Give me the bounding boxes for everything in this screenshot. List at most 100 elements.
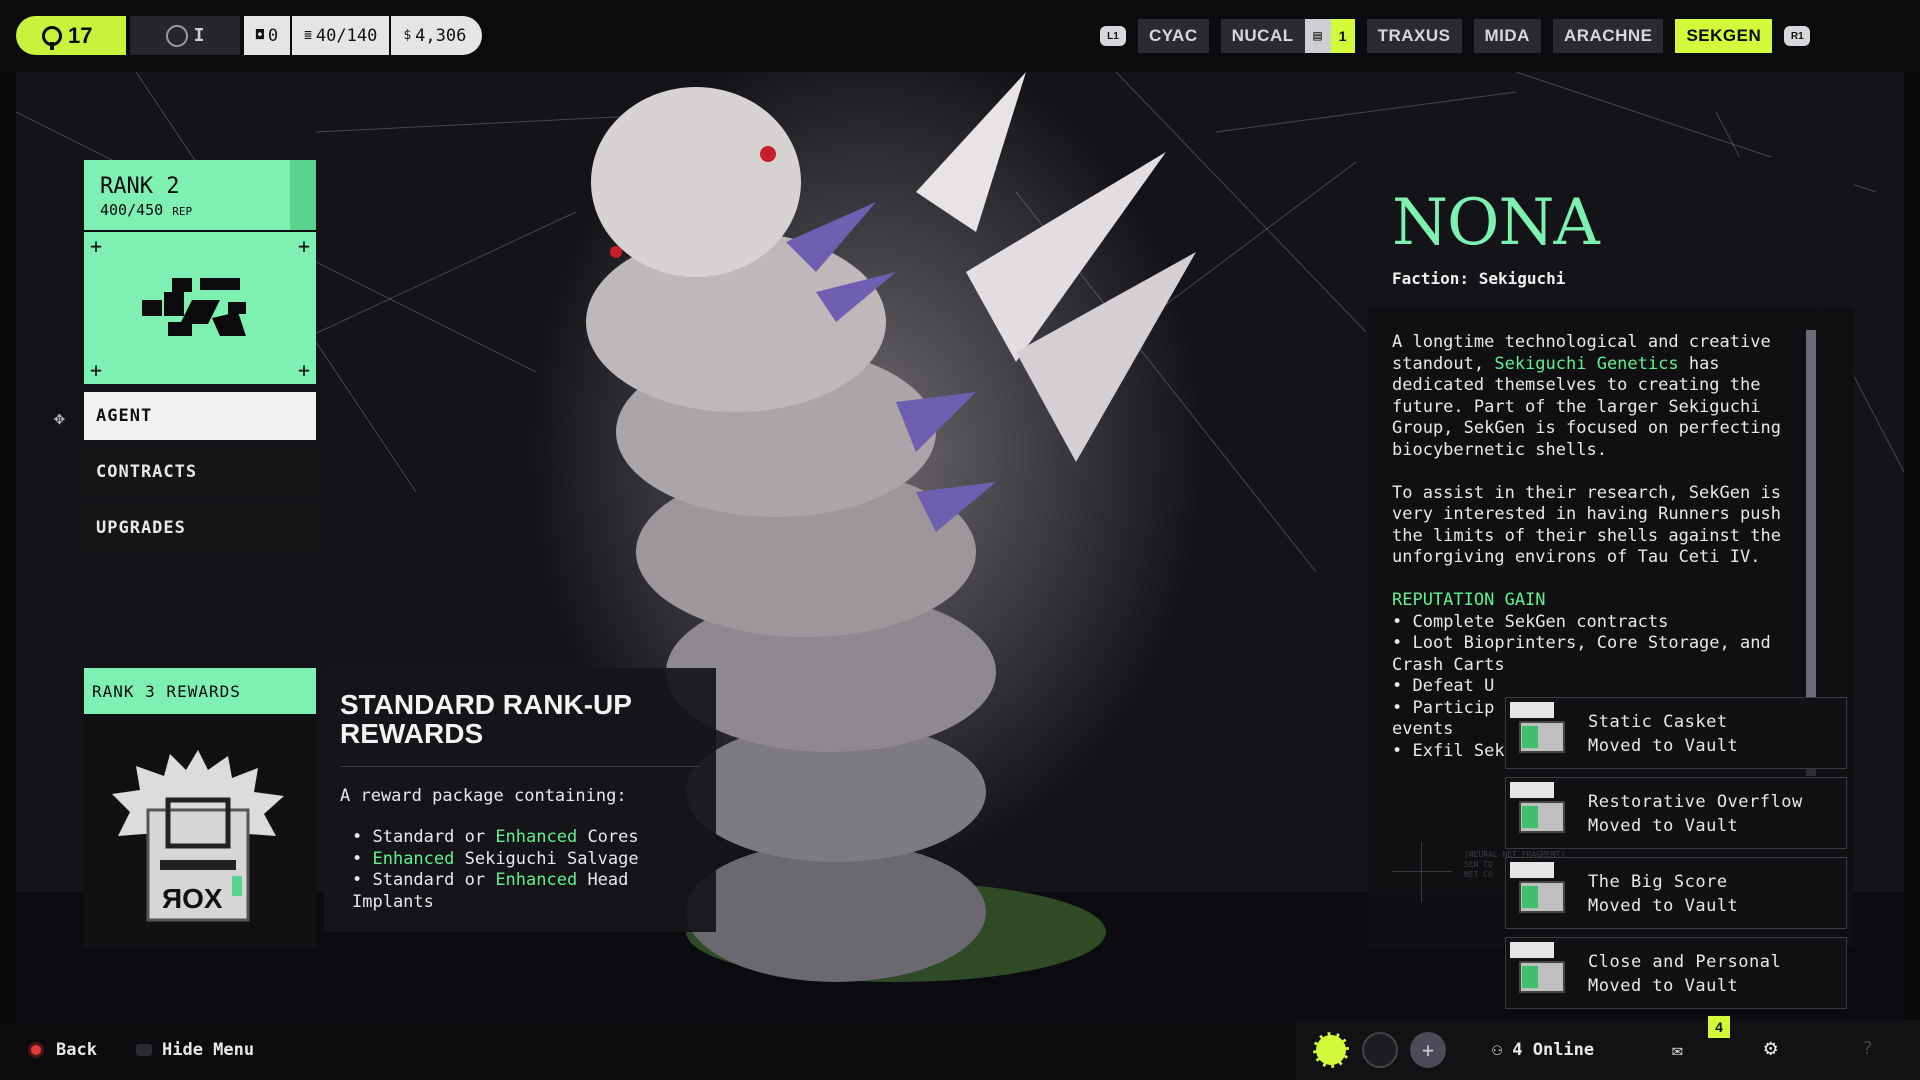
standard-rewards-intro: A reward package containing:	[340, 786, 627, 806]
player-level-badge[interactable]: 17	[16, 16, 126, 55]
corner-plus-icon: +	[297, 234, 310, 258]
circle-button-icon	[28, 1042, 44, 1058]
list-item: • Standard or Enhanced Cores	[352, 827, 639, 847]
player-level-value: 17	[68, 22, 93, 48]
tier-indicator[interactable]: I	[130, 16, 240, 55]
item-crate-icon	[1510, 782, 1570, 846]
stash-counter[interactable]: ≣ 40/140	[292, 16, 392, 55]
scrollbar-thumb[interactable]	[1806, 330, 1816, 698]
agent-name: NONA	[1392, 186, 1600, 260]
notification-text: Close and Personal Moved to Vault	[1588, 950, 1781, 998]
tab-cyac[interactable]: CYAC	[1138, 19, 1209, 53]
notification-status: Moved to Vault	[1588, 816, 1739, 836]
sekgen-logo-icon	[142, 278, 246, 336]
menu-item-upgrades[interactable]: UPGRADES	[84, 504, 316, 552]
notification-title: Static Casket	[1588, 712, 1728, 732]
l1-bumper-icon: L1	[1100, 26, 1126, 46]
item-crate-icon	[1510, 862, 1570, 926]
stash-count: 40/140	[315, 25, 378, 46]
vault-notification[interactable]: Static Casket Moved to Vault	[1505, 697, 1847, 769]
tab-traxus[interactable]: TRAXUS	[1366, 19, 1462, 53]
description-paragraph: To assist in their research, SekGen is v…	[1392, 482, 1781, 568]
standard-rewards-panel: STANDARD RANK-UP REWARDS A reward packag…	[324, 668, 716, 932]
notification-text: Static Casket Moved to Vault	[1588, 710, 1738, 758]
party-member-avatar[interactable]	[1362, 1032, 1398, 1068]
mail-count-badge: 4	[1708, 1016, 1730, 1038]
notification-status: Moved to Vault	[1588, 976, 1739, 996]
vault-notification[interactable]: The Big Score Moved to Vault	[1505, 857, 1847, 929]
nucal-notification[interactable]: ▤ 1	[1304, 19, 1355, 53]
nucal-badge-count: 1	[1330, 19, 1355, 53]
notification-title: Restorative Overflow	[1588, 792, 1803, 812]
rank-progress-stripe	[290, 160, 316, 230]
agent-header: NONA Faction: Sekiguchi	[1368, 157, 1854, 307]
touchpad-icon	[136, 1044, 152, 1056]
hide-menu-label: Hide Menu	[162, 1040, 255, 1060]
notification-text: The Big Score Moved to Vault	[1588, 870, 1738, 918]
standard-rewards-title: STANDARD RANK-UP REWARDS	[340, 689, 632, 749]
menu-item-contracts[interactable]: CONTRACTS	[84, 448, 316, 496]
online-count: 4 Online	[1512, 1040, 1595, 1060]
reputation-gain-heading: REPUTATION GAIN	[1392, 590, 1546, 610]
notification-status: Moved to Vault	[1588, 896, 1739, 916]
rep-list-item: • Defeat U	[1392, 676, 1495, 696]
r1-bumper-icon: R1	[1784, 26, 1811, 46]
tab-nucal[interactable]: NUCAL	[1220, 19, 1305, 53]
corner-plus-icon: +	[297, 358, 310, 382]
rank-rewards-card[interactable]: RANK 3 REWARDS ЯΟХ	[84, 668, 316, 948]
item-crate-icon	[1510, 942, 1570, 1006]
tab-sekgen[interactable]: SEKGEN	[1675, 19, 1773, 53]
back-label: Back	[56, 1040, 97, 1060]
divider	[340, 766, 700, 767]
menu-item-agent[interactable]: AGENT	[84, 392, 316, 440]
list-item: • Standard or Enhanced Head Implants	[352, 870, 629, 912]
credits-counter[interactable]: $ 4,306	[391, 16, 483, 55]
help-icon[interactable]: ?	[1862, 1038, 1873, 1059]
tier-label: I	[193, 25, 205, 46]
description-paragraph: A longtime technological and creative st…	[1392, 332, 1781, 460]
rank-reputation: 400/450 REP	[100, 201, 300, 219]
notification-title: The Big Score	[1588, 872, 1728, 892]
mail-icon[interactable]: ✉	[1672, 1040, 1683, 1061]
resource-counters: ◘ 0 ≣ 40/140 $ 4,306	[244, 16, 483, 55]
rank-rewards-header: RANK 3 REWARDS	[84, 668, 316, 714]
vault-notification[interactable]: Close and Personal Moved to Vault	[1505, 937, 1847, 1009]
notification-status: Moved to Vault	[1588, 736, 1739, 756]
crate-icon: ◘	[256, 28, 264, 43]
crate-counter[interactable]: ◘ 0	[244, 16, 293, 55]
friends-icon: ⚇	[1492, 1040, 1503, 1060]
rank-header: RANK 2 400/450 REP	[84, 160, 316, 232]
svg-text:ЯΟХ: ЯΟХ	[162, 883, 223, 914]
faction-logo-area: + + + +	[84, 232, 316, 384]
agent-faction: Faction: Sekiguchi	[1392, 269, 1566, 288]
reward-crate-icon: ЯΟХ	[112, 750, 284, 922]
player-level-icon	[42, 25, 62, 50]
corner-plus-icon: +	[90, 358, 103, 382]
rank-rep-value: 400/450	[100, 201, 164, 219]
tab-mida[interactable]: MIDA	[1473, 19, 1541, 53]
gear-icon[interactable]: ⚙	[1764, 1036, 1777, 1061]
nucal-document-icon: ▤	[1304, 19, 1331, 53]
item-crate-icon	[1510, 702, 1570, 766]
tab-arachne[interactable]: ARACHNE	[1552, 19, 1664, 53]
hide-menu-button[interactable]: Hide Menu	[136, 1040, 254, 1060]
dpad-icon: ✥	[54, 408, 65, 429]
add-party-member-icon[interactable]: +	[1410, 1032, 1446, 1068]
notification-text: Restorative Overflow Moved to Vault	[1588, 790, 1803, 838]
stack-icon: ≣	[304, 28, 312, 43]
faction-tabs: L1 CYAC NUCAL ▤ 1 TRAXUS MIDA ARACHNE SE…	[1100, 19, 1910, 53]
tier-ring-icon	[165, 24, 188, 47]
standard-rewards-list: • Standard or Enhanced Cores • Enhanced …	[340, 827, 700, 913]
rank-rep-unit: REP	[172, 205, 193, 218]
vault-notification[interactable]: Restorative Overflow Moved to Vault	[1505, 777, 1847, 849]
online-friends[interactable]: ⚇ 4 Online	[1492, 1040, 1594, 1060]
list-item: • Enhanced Sekiguchi Salvage	[352, 848, 639, 869]
player-avatar[interactable]	[1313, 1032, 1349, 1068]
back-button[interactable]: Back	[28, 1040, 97, 1060]
credits-count: 4,306	[415, 25, 467, 46]
rep-list-item: • Loot Bioprinters, Core Storage, and Cr…	[1392, 633, 1771, 675]
crate-count: 0	[267, 25, 279, 46]
rank-title: RANK 2	[100, 174, 180, 199]
rep-list-item: • Complete SekGen contracts	[1392, 611, 1669, 632]
corner-plus-icon: +	[90, 234, 103, 258]
